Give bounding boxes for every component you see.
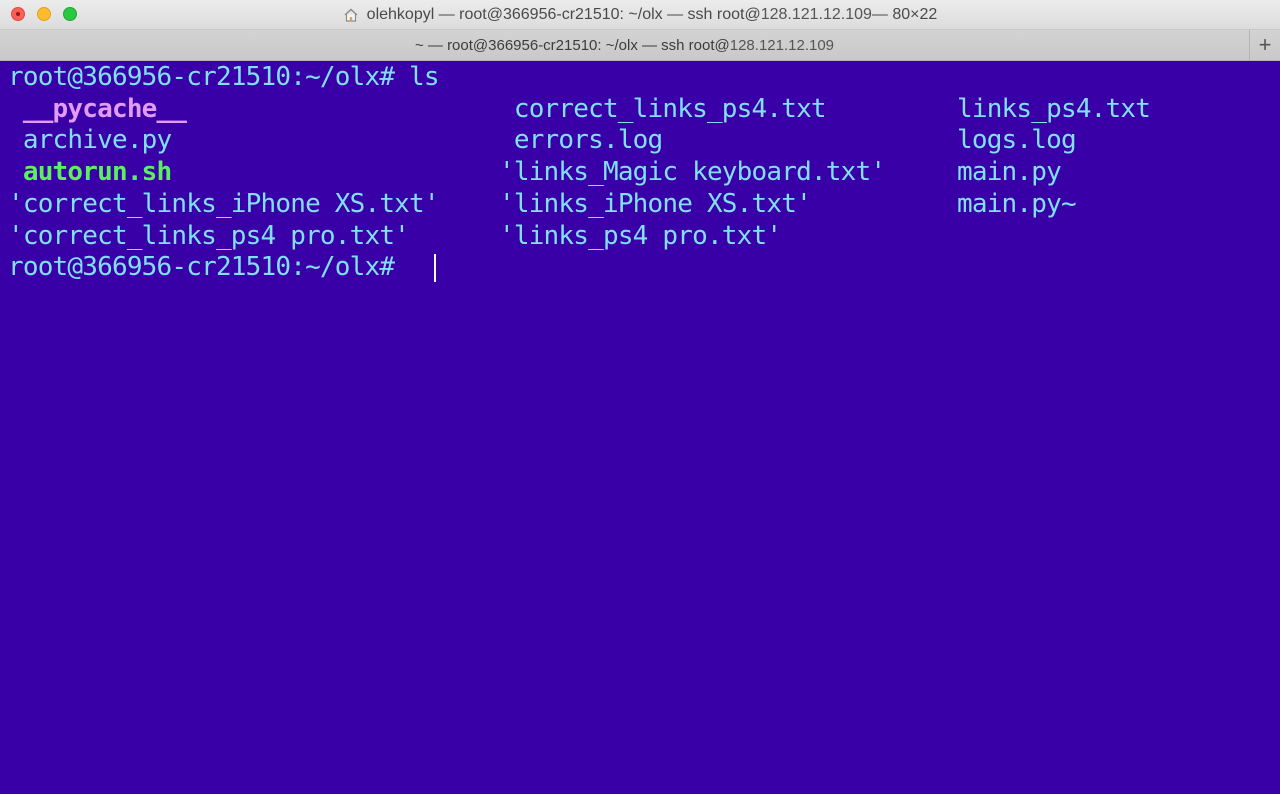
title-bar[interactable]: olehkopyl — root@366956-cr21510: ~/olx —…	[0, 0, 1280, 30]
new-tab-button[interactable]: +	[1249, 30, 1280, 60]
home-icon	[343, 7, 359, 23]
plus-icon: +	[1258, 32, 1272, 57]
tab-label-ip: 128.121.12.109	[729, 36, 835, 54]
list-item: links_ps4.txt	[957, 94, 1151, 124]
window-title-ip: 128.121.12.109	[760, 6, 872, 23]
list-item: __pycache__	[8, 94, 187, 124]
terminal-content[interactable]: root@366956-cr21510:~/olx# ls __pycache_…	[0, 61, 1280, 794]
tab-ssh-session[interactable]: ~ — root@366956-cr21510: ~/olx — ssh roo…	[0, 30, 1249, 60]
window-title-text: olehkopyl — root@366956-cr21510: ~/olx —…	[366, 6, 761, 23]
list-item: logs.log	[957, 125, 1077, 155]
list-item: autorun.sh	[8, 157, 172, 187]
window-title: olehkopyl — root@366956-cr21510: ~/olx —…	[0, 0, 1280, 30]
window-title-size: — 80×22	[871, 6, 938, 23]
list-item: main.py	[957, 157, 1062, 187]
tab-bar: ~ — root@366956-cr21510: ~/olx — ssh roo…	[0, 30, 1280, 61]
text-cursor	[434, 254, 436, 282]
list-item: 'correct_links_ps4 pro.txt'	[8, 221, 410, 251]
list-item: 'links_ps4 pro.txt'	[499, 221, 782, 251]
list-item: archive.py	[8, 125, 172, 155]
terminal-window: olehkopyl — root@366956-cr21510: ~/olx —…	[0, 0, 1280, 794]
prompt-line: root@366956-cr21510:~/olx#	[8, 252, 410, 282]
command-line: root@366956-cr21510:~/olx# ls	[8, 62, 440, 92]
list-item: 'links_Magic keyboard.txt'	[499, 157, 886, 187]
list-item: correct_links_ps4.txt	[499, 94, 827, 124]
list-item: 'links_iPhone XS.txt'	[499, 189, 812, 219]
tab-label: ~ — root@366956-cr21510: ~/olx — ssh roo…	[414, 36, 730, 54]
list-item: main.py~	[957, 189, 1077, 219]
list-item: errors.log	[499, 125, 663, 155]
list-item: 'correct_links_iPhone XS.txt'	[8, 189, 440, 219]
